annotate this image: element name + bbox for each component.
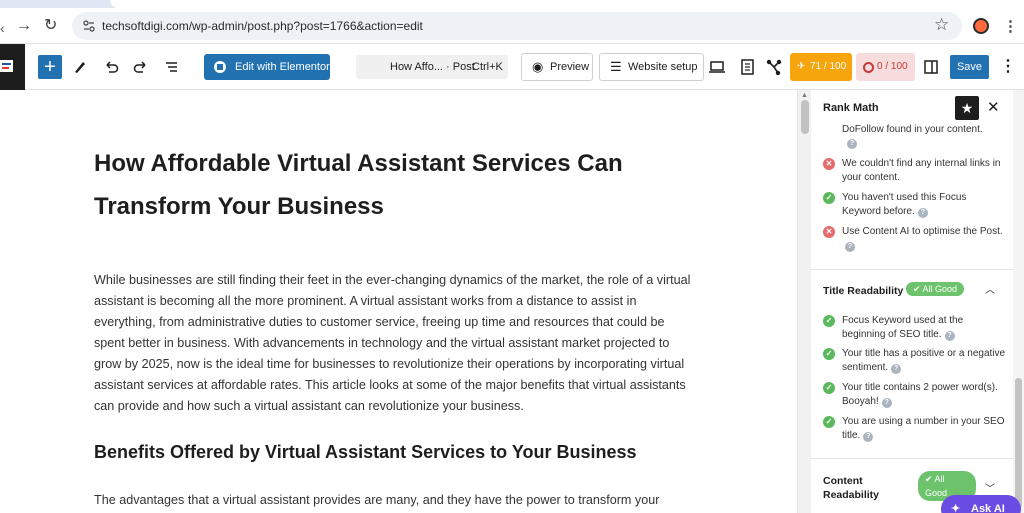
connections-icon[interactable] <box>764 57 784 77</box>
document-title: How Affo... · Post <box>390 61 475 73</box>
check-text: You haven't used this Focus Keyword befo… <box>842 192 967 218</box>
content-readability-header[interactable]: Content Readability <box>823 474 893 502</box>
title-readability-header[interactable]: Title Readability <box>823 284 903 298</box>
ask-ai-button[interactable]: ✦ Ask AI <box>941 495 1021 513</box>
chevron-up-icon[interactable]: ︿ <box>985 281 995 296</box>
seo-score-icon: ✈ <box>797 61 806 72</box>
profile-avatar[interactable] <box>973 18 989 34</box>
fail-icon: ✕ <box>823 226 835 238</box>
preview-button[interactable]: ◉ Preview <box>521 53 593 81</box>
rank-math-seo-score[interactable]: ✈ 71 / 100 <box>790 53 852 81</box>
tools-pen-icon[interactable] <box>70 57 90 77</box>
close-icon[interactable]: ✕ <box>987 98 1000 116</box>
sidebar-scroll-thumb[interactable] <box>1015 378 1022 508</box>
check-text: You are using a number in your SEO title… <box>842 416 1005 442</box>
help-icon[interactable]: ? <box>847 139 857 149</box>
check-text: Your title has a positive or a negative … <box>842 348 1006 374</box>
address-bar[interactable]: techsoftdigi.com/wp-admin/post.php?post=… <box>72 12 962 40</box>
preview-label: Preview <box>550 61 590 73</box>
content-ai-score[interactable]: 0 / 100 <box>856 53 915 81</box>
document-bar[interactable]: How Affo... · Post Ctrl+K <box>356 55 508 79</box>
help-icon[interactable]: ? <box>863 432 874 442</box>
elementor-label: Edit with Elementor <box>235 61 330 73</box>
help-icon[interactable]: ? <box>891 364 902 374</box>
status-badge: ✔ All Good <box>906 282 965 296</box>
pass-icon: ✓ <box>823 315 835 327</box>
paragraph-block[interactable]: While businesses are still finding their… <box>94 270 694 417</box>
editor-toolbar: + Edit with Elementor How Affo... · Post… <box>0 44 1024 90</box>
help-icon[interactable]: ? <box>845 242 855 252</box>
website-setup-button[interactable]: ☰ Website setup <box>599 53 704 81</box>
notes-icon[interactable] <box>737 57 757 77</box>
check-text: DoFollow found in your content. <box>842 124 983 135</box>
divider <box>811 269 1024 270</box>
browser-address-row: ‹ → ↻ techsoftdigi.com/wp-admin/post.php… <box>0 8 1024 44</box>
eye-icon: ◉ <box>532 59 544 74</box>
sparkle-icon: ✦ <box>951 503 961 513</box>
reload-icon[interactable]: ↻ <box>44 17 57 35</box>
check-text: Your title contains 2 power word(s). Boo… <box>842 382 998 408</box>
site-info-icon[interactable] <box>82 19 96 33</box>
elementor-icon <box>214 61 226 73</box>
check-text: We couldn't find any internal links in y… <box>842 158 1001 183</box>
help-icon[interactable]: ? <box>917 208 928 218</box>
editor-scroll-thumb[interactable] <box>801 100 809 134</box>
pin-star-icon[interactable]: ★ <box>955 96 979 120</box>
settings-sidebar-icon[interactable] <box>921 57 941 77</box>
sidebar-title: Rank Math <box>823 102 879 114</box>
rank-math-sidebar: Rank Math ★ ✕ DoFollow found in your con… <box>811 90 1024 513</box>
command-shortcut: Ctrl+K <box>472 61 503 73</box>
active-tab-edge <box>110 0 1024 8</box>
ask-ai-label: Ask AI <box>971 503 1005 513</box>
pass-icon: ✓ <box>823 348 835 360</box>
divider <box>811 458 1024 459</box>
sidebar-header: Rank Math ★ ✕ <box>811 90 1024 126</box>
edit-with-elementor-button[interactable]: Edit with Elementor <box>204 54 330 80</box>
paragraph-block-2[interactable]: The advantages that a virtual assistant … <box>94 490 694 511</box>
sidebar-scrollbar[interactable] <box>1013 90 1024 513</box>
save-button[interactable]: Save <box>950 55 989 79</box>
fail-icon: ✕ <box>823 158 835 170</box>
forward-icon[interactable]: → <box>16 17 32 35</box>
list-icon: ☰ <box>610 59 622 74</box>
device-preview-icon[interactable] <box>707 57 727 77</box>
editor-canvas: How Affordable Virtual Assistant Service… <box>0 90 797 513</box>
heading-block[interactable]: Benefits Offered by Virtual Assistant Se… <box>94 442 637 463</box>
scroll-up-icon[interactable]: ▲ <box>801 92 808 99</box>
pass-icon: ✓ <box>823 382 835 394</box>
browser-menu-icon[interactable]: ⋮ <box>1003 17 1018 35</box>
post-title[interactable]: How Affordable Virtual Assistant Service… <box>94 142 714 228</box>
editor-scrollbar[interactable]: ▲ <box>797 90 811 513</box>
chevron-down-icon[interactable]: ﹀ <box>985 480 995 495</box>
url-text: techsoftdigi.com/wp-admin/post.php?post=… <box>102 19 423 33</box>
redo-icon[interactable] <box>131 57 151 77</box>
tab-strip <box>0 0 1024 8</box>
pass-icon: ✓ <box>823 416 835 428</box>
check-text: Focus Keyword used at the beginning of S… <box>842 315 964 341</box>
tab-back-partial-icon[interactable]: ‹ <box>0 20 5 36</box>
content-ai-icon <box>863 62 874 73</box>
logo-mark <box>0 60 13 72</box>
bookmark-star-icon[interactable]: ☆ <box>934 15 949 35</box>
document-overview-icon[interactable] <box>162 57 182 77</box>
pass-icon: ✓ <box>823 192 835 204</box>
content-score-value: 0 / 100 <box>877 61 908 72</box>
help-icon[interactable]: ? <box>944 331 955 341</box>
seo-score-value: 71 / 100 <box>810 61 847 72</box>
site-logo[interactable] <box>0 44 25 90</box>
website-setup-label: Website setup <box>628 61 698 73</box>
undo-icon[interactable] <box>101 57 121 77</box>
check-text: Use Content AI to optimise the Post.? <box>842 226 1003 252</box>
options-menu-icon[interactable]: ⋮ <box>998 57 1018 77</box>
help-icon[interactable]: ? <box>881 398 892 408</box>
add-block-button[interactable]: + <box>38 55 62 79</box>
